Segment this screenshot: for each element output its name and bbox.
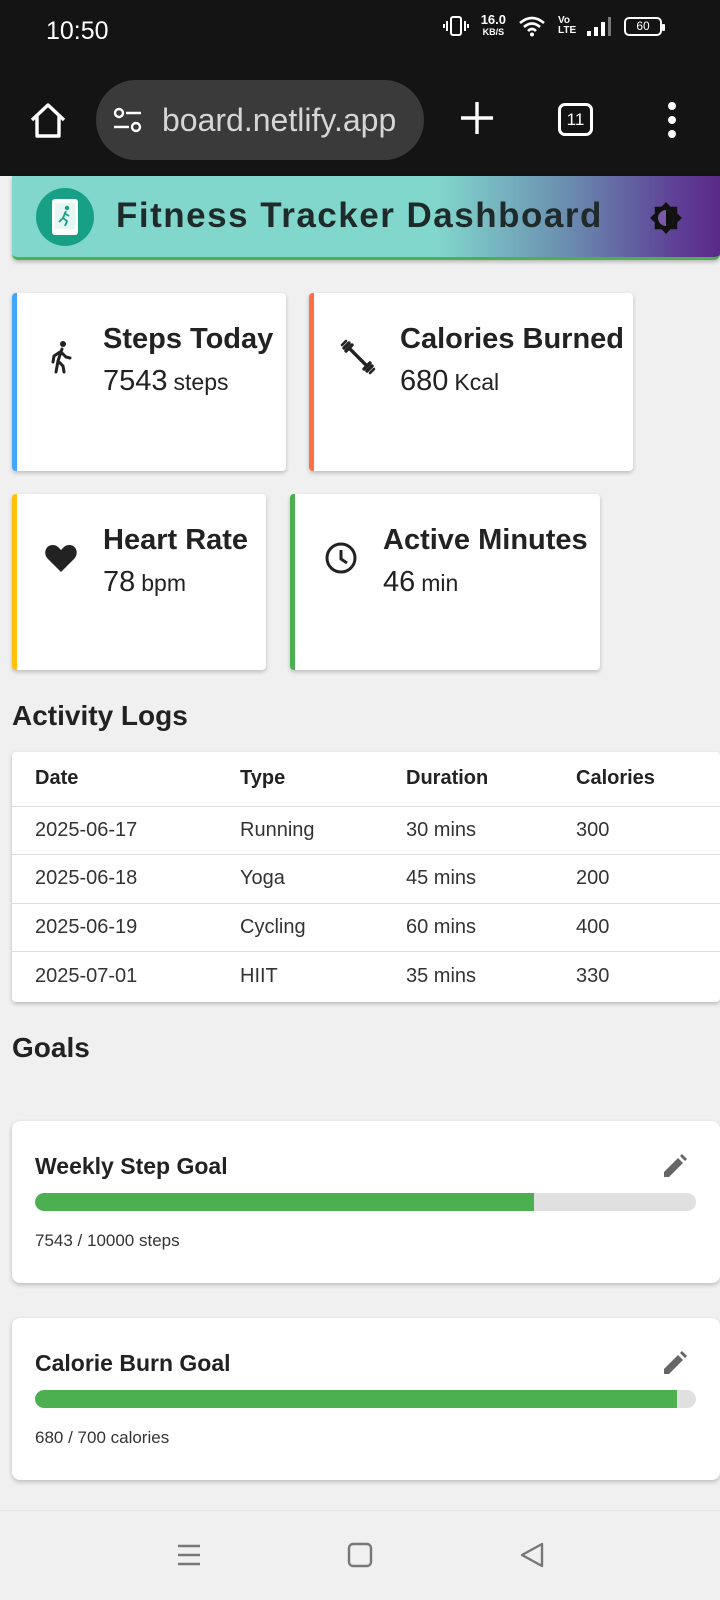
table-cell: 2025-06-18 [12,854,240,904]
table-cell: 60 mins [406,903,576,952]
table-cell: Yoga [240,854,406,904]
goal-title: Calorie Burn Goal [35,1350,231,1376]
status-bar: 10:50 16.0 KB/S Vo LTE 60 [0,0,720,64]
column-header: Type [240,752,406,807]
table-cell: 30 mins [406,806,576,855]
page-title: Fitness Tracker Dashboard [116,196,603,235]
stat-unit: steps [173,369,229,395]
table-cell: HIIT [240,964,278,987]
table-cell: 300 [576,806,720,855]
home-icon[interactable] [346,1541,374,1569]
table-cell: 400 [576,903,720,952]
goal-progress-text: 680 / 700 calories [35,1428,170,1447]
system-nav-bar [0,1510,720,1600]
battery-icon: 60 [624,16,665,36]
goal-card-calories: Calorie Burn Goal 680 / 700 calories [12,1318,720,1480]
table-row: 2025-06-17 Running 30 mins 300 [12,806,720,855]
wifi-icon [519,16,545,37]
stat-card-active-minutes: Active Minutes 46 min [290,494,600,670]
network-speed-value: 16.0 [480,12,506,27]
table-cell: 330 [576,964,610,987]
activity-logs-table: Date Type Duration Calories 2025-06-17 R… [12,752,720,1002]
plus-icon[interactable] [455,96,499,140]
stat-number: 78 [103,566,136,598]
table-cell: Cycling [240,903,406,952]
goal-progress-fill [35,1390,678,1408]
column-header: Date [12,752,240,807]
heart-icon [45,545,77,572]
goal-progress-bar [35,1390,696,1408]
tabs-icon[interactable]: 11 [558,103,593,136]
browser-toolbar: board.netlify.app 11 [0,64,720,176]
site-settings-icon[interactable] [112,106,144,134]
stat-title: Heart Rate [103,524,249,556]
dumbbell-icon [340,339,376,375]
dashboard-header: Fitness Tracker Dashboard [12,176,720,260]
status-time: 10:50 [46,17,109,45]
stat-card-heart-rate: Heart Rate 78 bpm [12,494,266,670]
stat-value: 7543 steps [103,365,229,398]
stat-value: 680 Kcal [400,365,499,398]
back-icon[interactable] [518,1541,546,1569]
table-row: 2025-07-01 HIIT 35 mins 330 [12,952,720,1001]
brightness-icon[interactable] [648,200,684,236]
stat-unit: bpm [141,570,187,596]
table-row: 2025-06-19 Cycling 60 mins 400 [12,903,720,952]
table-row: 2025-06-18 Yoga 45 mins 200 [12,854,720,904]
activity-table: Date Type Duration Calories 2025-06-17 R… [12,752,720,1000]
clock-icon [325,542,357,574]
stat-number: 680 [400,365,449,397]
table-cell: 35 mins [406,964,477,987]
status-icons: 16.0 KB/S Vo LTE 60 [442,12,665,38]
recents-icon[interactable] [175,1541,203,1569]
phone-runner-icon [52,199,78,235]
stat-unit: Kcal [454,369,500,395]
volte-indicator: Vo LTE [558,15,577,36]
stat-card-calories: Calories Burned 680 Kcal [309,293,633,471]
table-cell: Running [240,806,406,855]
table-cell: 200 [576,854,720,904]
stat-card-steps: Steps Today 7543 steps [12,293,286,471]
home-icon[interactable] [26,98,70,142]
stat-title: Active Minutes [383,524,588,556]
column-header: Duration [406,752,576,807]
stat-title: Calories Burned [400,323,624,355]
goal-progress-text: 7543 / 10000 steps [35,1231,180,1250]
address-bar[interactable]: board.netlify.app [96,80,424,160]
table-cell: 2025-06-19 [12,903,240,952]
table-cell: 2025-07-01 [35,964,138,987]
url-text[interactable]: board.netlify.app [162,102,396,139]
more-vert-icon[interactable] [660,98,684,142]
edit-icon[interactable] [660,1153,688,1181]
stat-title: Steps Today [103,323,274,355]
edit-icon[interactable] [660,1350,688,1378]
stat-value: 78 bpm [103,566,186,599]
fitness-app-icon [36,188,94,246]
walking-icon [51,341,72,374]
table-cell: 45 mins [406,854,576,904]
stat-value: 46 min [383,566,458,599]
goal-card-steps: Weekly Step Goal 7543 / 10000 steps [12,1121,720,1283]
signal-icon [587,17,611,36]
table-cell: 2025-06-17 [12,806,240,855]
column-header: Calories [576,752,720,807]
goal-title: Weekly Step Goal [35,1153,228,1179]
table-header-row: Date Type Duration Calories [12,752,720,807]
network-speed-unit: KB/S [482,27,505,37]
activity-logs-heading: Activity Logs [12,700,188,731]
network-speed: 16.0 KB/S [480,12,506,38]
stat-number: 46 [383,566,416,598]
goals-heading: Goals [12,1032,90,1063]
goal-progress-fill [35,1193,534,1211]
goal-progress-bar [35,1193,696,1211]
vibrate-icon [442,16,469,36]
stat-number: 7543 [103,365,168,397]
stat-unit: min [421,570,459,596]
